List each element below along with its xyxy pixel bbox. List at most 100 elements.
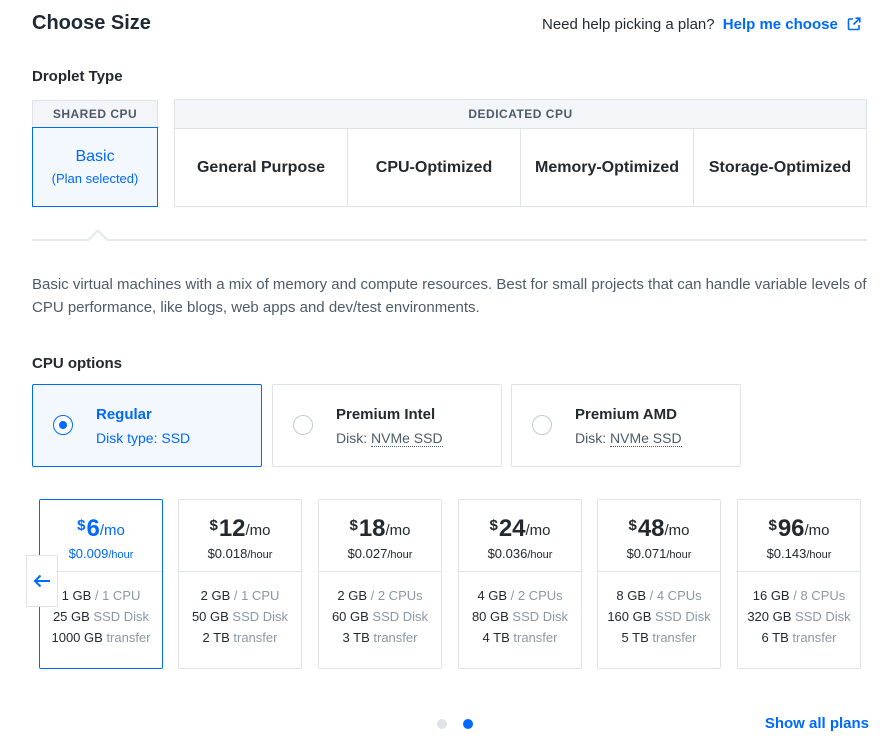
ram: 16 GB xyxy=(752,588,790,603)
basic-plan-label: Basic xyxy=(75,148,115,165)
tab-cpu-optimized[interactable]: CPU-Optimized xyxy=(348,129,521,207)
cpu-option-premium-intel[interactable]: Premium Intel Disk: NVMe SSD xyxy=(272,384,502,467)
price-amount: 96 xyxy=(777,515,805,542)
hourly-price: $0.036 xyxy=(487,546,528,561)
selection-pointer-inner xyxy=(89,232,107,241)
help-me-choose-link[interactable]: Help me choose xyxy=(723,16,838,33)
hourly-price: $0.018 xyxy=(207,546,248,561)
page-dot-2[interactable] xyxy=(463,719,473,729)
ram: 1 GB xyxy=(61,588,92,603)
ram: 8 GB xyxy=(616,588,646,603)
plan-card[interactable]: $96/mo $0.143/hour 16 GB / 8 CPUs 320 GB… xyxy=(737,499,861,669)
disk-value: NVMe SSD xyxy=(610,430,682,447)
price-currency: $ xyxy=(628,517,637,534)
price-amount: 12 xyxy=(218,515,246,542)
disk-label: Disk: xyxy=(336,430,368,446)
price-currency: $ xyxy=(77,517,86,534)
transfer-amount: 4 TB xyxy=(482,630,510,645)
previous-plans-button[interactable] xyxy=(26,555,58,607)
disk-type: SSD Disk xyxy=(512,609,569,624)
transfer-label: transfer xyxy=(792,630,837,645)
cpu-count: / 1 CPU xyxy=(94,588,141,603)
plan-card[interactable]: $48/mo $0.071/hour 8 GB / 4 CPUs 160 GB … xyxy=(597,499,721,669)
plan-card[interactable]: $18/mo $0.027/hour 2 GB / 2 CPUs 60 GB S… xyxy=(318,499,442,669)
cpu-options-label: CPU options xyxy=(32,355,122,372)
cpu-option-premium-amd[interactable]: Premium AMD Disk: NVMe SSD xyxy=(511,384,741,467)
disk-size: 80 GB xyxy=(471,609,509,624)
disk-size: 320 GB xyxy=(747,609,792,624)
page-title: Choose Size xyxy=(32,12,151,34)
disk-type: SSD Disk xyxy=(232,609,289,624)
page-dot-1[interactable] xyxy=(437,719,447,729)
transfer-label: transfer xyxy=(106,630,151,645)
disk-value: SSD xyxy=(161,430,191,446)
ram: 4 GB xyxy=(477,588,507,603)
cpu-option-disk: Disk: NVMe SSD xyxy=(336,430,443,447)
plan-card[interactable]: $24/mo $0.036/hour 4 GB / 2 CPUs 80 GB S… xyxy=(458,499,582,669)
hour-unit: /hour xyxy=(387,549,413,561)
help-prompt: Need help picking a plan? Help me choose xyxy=(542,16,861,33)
price-amount: 18 xyxy=(358,515,386,542)
hour-unit: /hour xyxy=(108,549,134,561)
cpu-option-regular[interactable]: Regular Disk type: SSD xyxy=(32,384,262,467)
transfer-label: transfer xyxy=(652,630,697,645)
transfer-amount: 3 TB xyxy=(342,630,370,645)
disk-label: Disk: xyxy=(575,430,607,446)
plan-description: Basic virtual machines with a mix of mem… xyxy=(32,276,867,316)
cpu-option-disk: Disk type: SSD xyxy=(96,430,190,446)
price-currency: $ xyxy=(349,517,358,534)
radio-button[interactable] xyxy=(53,415,73,435)
price-period: /mo xyxy=(245,522,271,539)
shared-cpu-header: SHARED CPU xyxy=(32,100,158,127)
external-link-icon[interactable] xyxy=(847,17,861,31)
ram: 2 GB xyxy=(337,588,367,603)
price-amount: 6 xyxy=(86,515,100,542)
cpu-count: / 4 CPUs xyxy=(649,588,702,603)
cpu-option-title: Regular xyxy=(96,406,152,423)
hour-unit: /hour xyxy=(247,549,273,561)
tab-storage-optimized[interactable]: Storage-Optimized xyxy=(694,129,866,207)
cpu-count: / 8 CPUs xyxy=(793,588,846,603)
hour-unit: /hour xyxy=(527,549,553,561)
cpu-option-disk: Disk: NVMe SSD xyxy=(575,430,682,447)
dedicated-cpu-header: DEDICATED CPU xyxy=(175,100,866,129)
show-all-plans-link[interactable]: Show all plans xyxy=(765,715,869,732)
transfer-label: transfer xyxy=(513,630,558,645)
price-period: /mo xyxy=(385,522,411,539)
disk-size: 25 GB xyxy=(52,609,90,624)
price-period: /mo xyxy=(664,522,690,539)
tab-general-purpose[interactable]: General Purpose xyxy=(175,129,348,207)
price-amount: 48 xyxy=(637,515,665,542)
ram: 2 GB xyxy=(200,588,231,603)
price-currency: $ xyxy=(768,517,777,534)
transfer-amount: 5 TB xyxy=(621,630,649,645)
cpu-count: / 2 CPUs xyxy=(510,588,563,603)
cpu-count: / 1 CPU xyxy=(233,588,280,603)
radio-button[interactable] xyxy=(532,415,552,435)
hour-unit: /hour xyxy=(806,549,832,561)
tab-memory-optimized[interactable]: Memory-Optimized xyxy=(521,129,694,207)
plan-selected-label: (Plan selected) xyxy=(51,171,139,186)
cpu-option-title: Premium Intel xyxy=(336,406,436,423)
arrow-left-icon xyxy=(33,574,50,588)
disk-type: SSD Disk xyxy=(795,609,851,624)
disk-type: SSD Disk xyxy=(93,609,150,624)
disk-type: SSD Disk xyxy=(655,609,711,624)
hourly-price: $0.071 xyxy=(626,546,667,561)
radio-button[interactable] xyxy=(293,415,313,435)
basic-plan-tab[interactable]: Basic (Plan selected) xyxy=(32,127,158,207)
price-period: /mo xyxy=(525,522,551,539)
price-currency: $ xyxy=(489,517,498,534)
disk-size: 160 GB xyxy=(607,609,652,624)
price-amount: 24 xyxy=(498,515,526,542)
droplet-type-label: Droplet Type xyxy=(32,68,123,85)
help-text: Need help picking a plan? xyxy=(541,16,715,33)
plan-card[interactable]: $12/mo $0.018/hour 2 GB / 1 CPU 50 GB SS… xyxy=(178,499,302,669)
disk-label: Disk type: xyxy=(96,430,158,446)
price-period: /mo xyxy=(99,522,125,539)
hourly-price: $0.009 xyxy=(68,546,109,561)
hour-unit: /hour xyxy=(666,549,692,561)
disk-value: NVMe SSD xyxy=(371,430,443,447)
cpu-option-title: Premium AMD xyxy=(575,406,677,423)
transfer-amount: 2 TB xyxy=(202,630,230,645)
